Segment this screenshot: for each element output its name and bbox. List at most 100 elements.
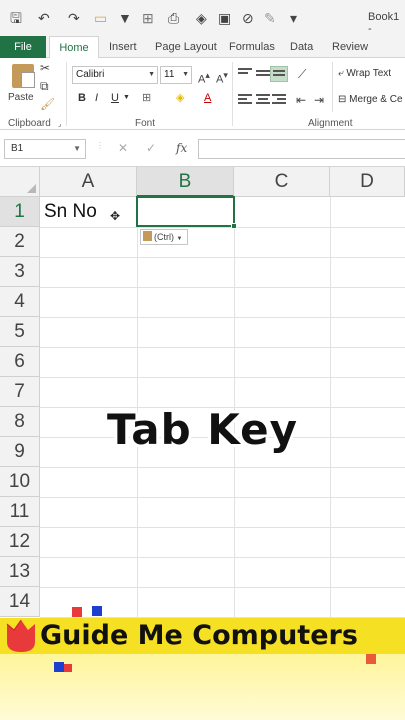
row-header-14[interactable]: 14 xyxy=(0,587,40,617)
decor-square xyxy=(92,606,102,616)
window-title: Book1 - xyxy=(368,11,400,35)
format-painter-icon[interactable]: ✎ xyxy=(264,11,276,25)
filter-icon[interactable]: ▼ xyxy=(118,11,132,25)
clipboard-icon xyxy=(12,64,35,88)
decor-square xyxy=(366,654,376,664)
paste-special-icon[interactable]: ▣ xyxy=(218,11,231,25)
tab-data[interactable]: Data xyxy=(290,36,313,58)
gridline xyxy=(40,527,405,528)
borders-icon[interactable]: ⊞ xyxy=(142,91,151,105)
select-all-button[interactable] xyxy=(0,167,40,197)
tab-review[interactable]: Review xyxy=(332,36,368,58)
bold-button[interactable]: B xyxy=(78,91,86,105)
fill-color-icon[interactable]: ◈ xyxy=(176,91,184,105)
insert-function-icon[interactable]: fx xyxy=(176,141,187,155)
brand-logo-icon xyxy=(6,619,35,652)
gridline xyxy=(40,317,405,318)
increase-indent-icon[interactable]: ⇥ xyxy=(314,94,324,106)
format-painter-icon[interactable]: 🖌 xyxy=(40,98,55,110)
align-right-icon[interactable] xyxy=(272,94,286,106)
align-left-icon[interactable] xyxy=(238,94,252,106)
formula-input[interactable] xyxy=(198,139,405,159)
decor-square xyxy=(54,662,64,672)
cut-icon[interactable]: ✂ xyxy=(40,62,50,74)
fill-color-icon[interactable]: ◈ xyxy=(196,11,207,25)
dialog-launcher-icon[interactable]: ⌟ xyxy=(58,119,61,131)
clear-icon[interactable]: ⊘ xyxy=(242,11,254,25)
gridline xyxy=(40,587,405,588)
tab-page-layout[interactable]: Page Layout xyxy=(155,36,217,58)
row-header-13[interactable]: 13 xyxy=(0,557,40,587)
tab-home[interactable]: Home xyxy=(49,36,99,59)
align-center-icon[interactable] xyxy=(256,94,270,106)
paste-button[interactable]: Paste xyxy=(8,62,38,112)
tab-insert[interactable]: Insert xyxy=(109,36,137,58)
row-header-5[interactable]: 5 xyxy=(0,317,40,347)
underline-button[interactable]: U xyxy=(111,91,119,105)
open-icon[interactable]: ▭ xyxy=(94,11,107,25)
font-size-select[interactable]: 11 ▼ xyxy=(160,66,192,84)
decor-square xyxy=(72,607,82,617)
cell-a1[interactable]: Sn No xyxy=(44,201,97,223)
paste-options-button[interactable]: (Ctrl) ▼ xyxy=(140,229,188,245)
print-preview-icon[interactable]: ⎙ xyxy=(168,11,179,25)
row-header-6[interactable]: 6 xyxy=(0,347,40,377)
gridline xyxy=(40,347,405,348)
quick-access-toolbar: 🖫 ↶ ↷ ▭ ▼ ⊞ ⎙ ◈ ▣ ⊘ ✎ ▾ Book1 - xyxy=(0,0,405,36)
paste-label: Paste xyxy=(8,92,34,103)
brand-name: Guide Me Computers xyxy=(40,620,358,651)
gridline xyxy=(40,557,405,558)
gridline xyxy=(40,227,405,228)
resize-handle-icon[interactable]: ⋮ xyxy=(96,141,104,150)
align-bottom-icon[interactable] xyxy=(270,66,288,82)
fill-handle[interactable] xyxy=(231,223,237,229)
font-name-select[interactable]: Calibri ▼ xyxy=(72,66,158,84)
separator xyxy=(232,62,233,126)
gridline xyxy=(40,377,405,378)
row-header-1[interactable]: 1 xyxy=(0,197,40,227)
undo-icon[interactable]: ↶ xyxy=(38,11,50,25)
overlay-caption: Tab Key xyxy=(107,405,298,454)
wrap-text-button[interactable]: ⤶ Wrap Text xyxy=(338,68,391,79)
column-header-c[interactable]: C xyxy=(234,167,330,197)
italic-button[interactable]: I xyxy=(95,91,98,105)
column-header-d[interactable]: D xyxy=(330,167,405,197)
row-header-4[interactable]: 4 xyxy=(0,287,40,317)
clipboard-icon xyxy=(143,231,152,241)
font-color-icon[interactable]: A xyxy=(204,91,211,105)
redo-icon[interactable]: ↷ xyxy=(68,11,80,25)
customize-qat-icon[interactable]: ▾ xyxy=(290,11,297,25)
mouse-cursor-icon: ✥ xyxy=(110,209,121,223)
row-header-3[interactable]: 3 xyxy=(0,257,40,287)
decor-square xyxy=(64,664,72,672)
active-cell-b1[interactable] xyxy=(136,196,237,229)
separator xyxy=(66,62,67,126)
cancel-icon[interactable]: ✕ xyxy=(118,141,128,155)
tab-formulas[interactable]: Formulas xyxy=(229,36,275,58)
align-middle-icon[interactable] xyxy=(256,70,270,82)
underline-dropdown-icon[interactable]: ▼ xyxy=(123,91,130,105)
merge-center-button[interactable]: ⊟ Merge & Ce xyxy=(338,94,403,105)
column-header-b[interactable]: B xyxy=(137,167,234,197)
orientation-icon[interactable]: ⟋ xyxy=(298,68,306,80)
row-header-12[interactable]: 12 xyxy=(0,527,40,557)
borders-icon[interactable]: ⊞ xyxy=(142,11,154,25)
row-header-2[interactable]: 2 xyxy=(0,227,40,257)
formula-bar: B1 ▼ ⋮ ✕ ✓ fx xyxy=(0,131,405,167)
save-icon[interactable]: 🖫 xyxy=(10,11,22,25)
align-top-icon[interactable] xyxy=(238,68,252,80)
name-box[interactable]: B1 ▼ xyxy=(4,139,86,159)
copy-icon[interactable]: ⧉ xyxy=(40,80,49,92)
tab-file[interactable]: File xyxy=(0,36,46,58)
row-header-7[interactable]: 7 xyxy=(0,377,40,407)
gridline xyxy=(40,287,405,288)
decrease-indent-icon[interactable]: ⇤ xyxy=(296,94,306,106)
shrink-font-icon[interactable]: A▾ xyxy=(216,69,228,86)
separator xyxy=(332,62,333,112)
row-header-10[interactable]: 10 xyxy=(0,467,40,497)
enter-icon[interactable]: ✓ xyxy=(146,141,156,155)
grow-font-icon[interactable]: A▴ xyxy=(198,69,210,86)
gridline xyxy=(40,497,405,498)
row-header-11[interactable]: 11 xyxy=(0,497,40,527)
column-header-a[interactable]: A xyxy=(40,167,137,197)
